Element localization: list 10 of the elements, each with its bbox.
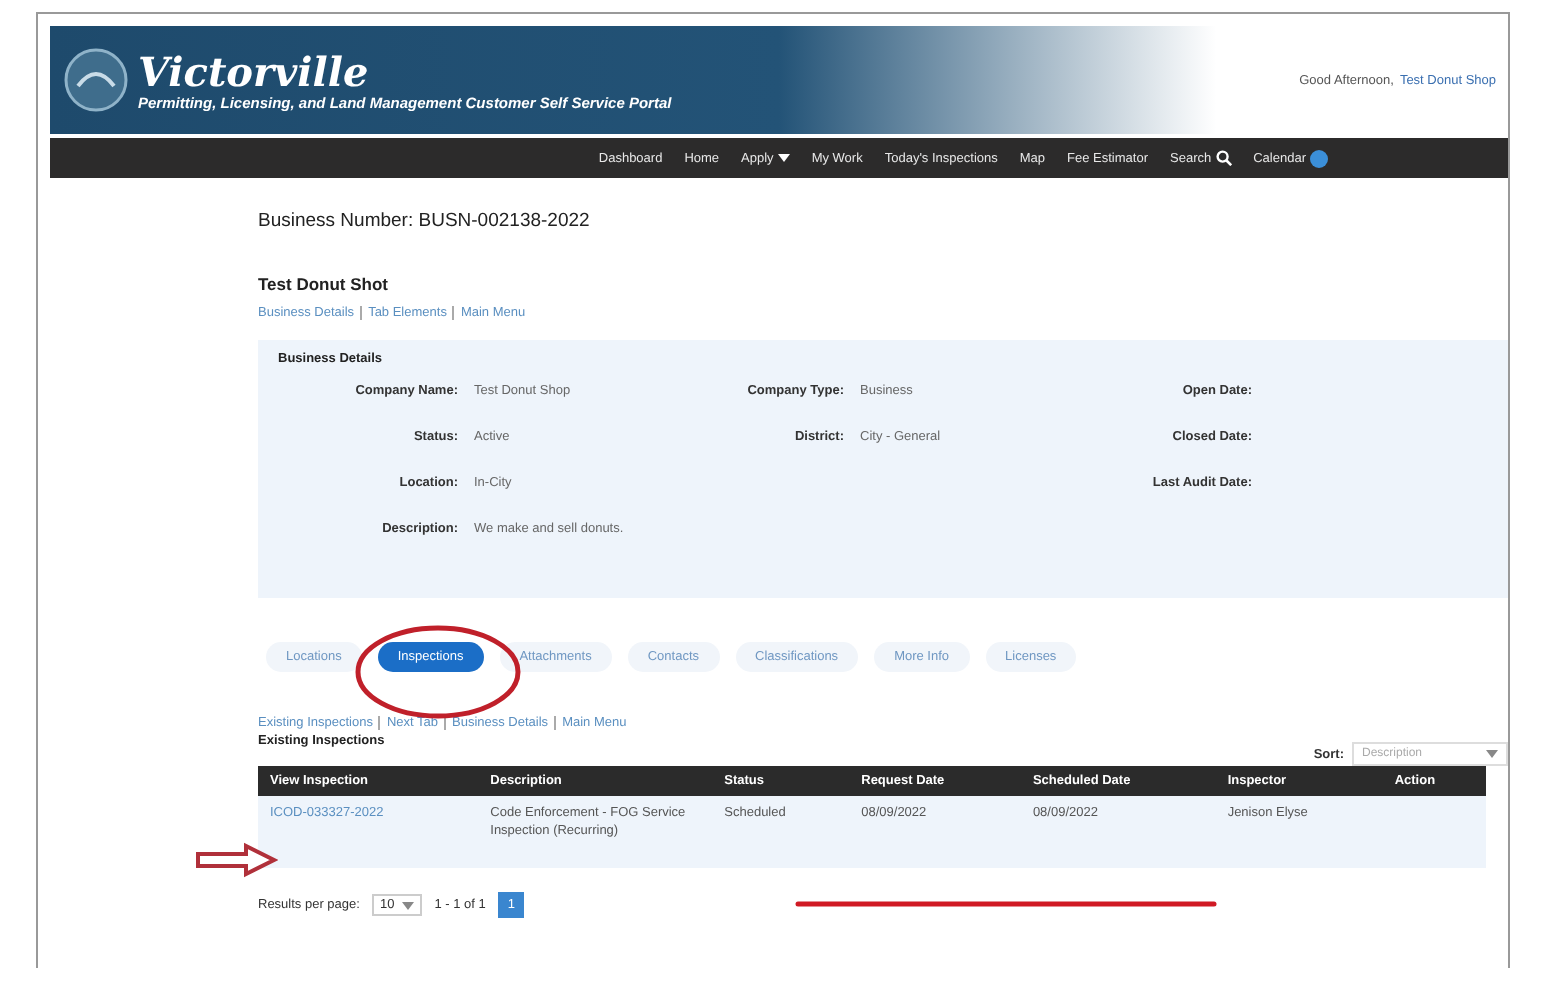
caret-icon: [402, 901, 415, 909]
caret-icon: [1486, 750, 1498, 758]
caret-icon: [777, 154, 790, 162]
annotation-arrow: [194, 842, 278, 878]
business-number: Business Number: BUSN-002138-2022: [258, 210, 592, 232]
calendar-badge-icon: [1310, 149, 1328, 167]
logo-text: Victorville: [138, 49, 371, 93]
business-name: Test Donut Shot: [258, 274, 390, 294]
emblem-icon: [62, 46, 130, 114]
search-icon: [1215, 150, 1232, 166]
